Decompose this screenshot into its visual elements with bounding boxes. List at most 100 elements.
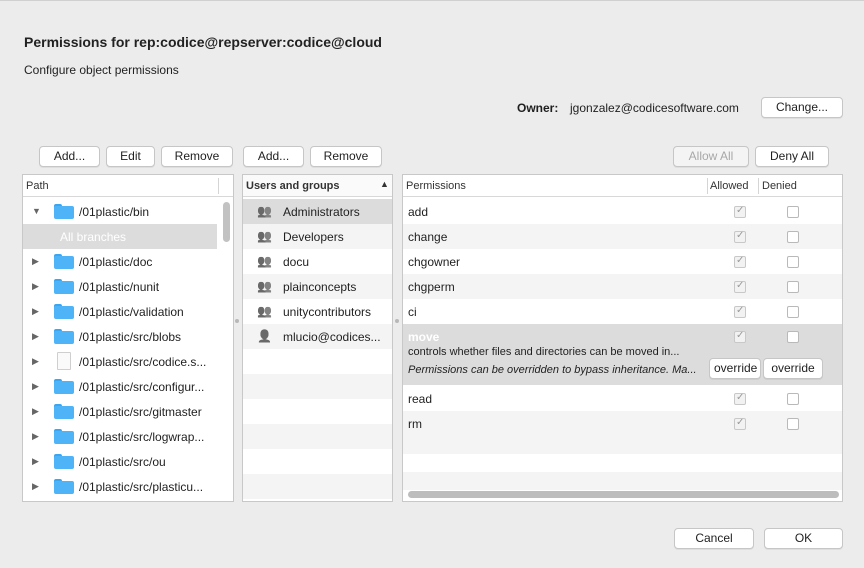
path-row[interactable]: ▶ /01plastic/src/plasticu... bbox=[23, 474, 217, 499]
path-row[interactable]: ▶ /01plastic/validation bbox=[23, 299, 217, 324]
empty-row bbox=[243, 374, 392, 399]
path-row[interactable]: ▶ /01plastic/src/blobs bbox=[23, 324, 217, 349]
path-row[interactable]: ▼ /01plastic/bin bbox=[23, 199, 217, 224]
path-edit-button[interactable]: Edit bbox=[106, 146, 155, 167]
denied-checkbox[interactable] bbox=[787, 418, 799, 430]
expand-icon[interactable]: ▶ bbox=[32, 281, 39, 292]
path-row[interactable]: ▶ /01plastic/src/codice.s... bbox=[23, 349, 217, 374]
permission-row[interactable]: rm bbox=[403, 411, 842, 436]
empty-row bbox=[403, 436, 842, 454]
allowed-checkbox[interactable] bbox=[734, 205, 746, 218]
cancel-button[interactable]: Cancel bbox=[674, 528, 754, 549]
allowed-checkbox[interactable] bbox=[734, 255, 746, 268]
permission-row[interactable]: read bbox=[403, 386, 842, 411]
expand-icon[interactable]: ▶ bbox=[32, 406, 39, 417]
path-label: /01plastic/src/configur... bbox=[79, 380, 205, 394]
permissions-hscrollbar[interactable] bbox=[408, 491, 839, 498]
expand-icon[interactable]: ▶ bbox=[32, 381, 39, 392]
expand-icon[interactable]: ▶ bbox=[32, 331, 39, 342]
override-allowed-button[interactable]: override bbox=[709, 358, 761, 379]
column-divider bbox=[218, 178, 219, 194]
file-icon bbox=[57, 352, 71, 370]
group-icon: 👥 bbox=[257, 229, 272, 243]
users-remove-button[interactable]: Remove bbox=[310, 146, 382, 167]
allowed-checkbox[interactable] bbox=[734, 392, 746, 405]
path-remove-button[interactable]: Remove bbox=[161, 146, 233, 167]
ok-button[interactable]: OK bbox=[764, 528, 843, 549]
empty-row bbox=[403, 454, 842, 472]
permission-row[interactable]: add bbox=[403, 199, 842, 224]
users-column-header[interactable]: Users and groups bbox=[246, 180, 340, 192]
path-label: /01plastic/bin bbox=[79, 205, 150, 219]
user-row[interactable]: 👥 plainconcepts bbox=[243, 274, 392, 299]
dialog-title: Permissions for rep:codice@repserver:cod… bbox=[24, 34, 382, 50]
folder-icon bbox=[54, 204, 74, 219]
expand-icon[interactable]: ▶ bbox=[32, 456, 39, 467]
allowed-checkbox[interactable] bbox=[734, 230, 746, 243]
path-column-header[interactable]: Path bbox=[26, 180, 49, 192]
path-add-button[interactable]: Add... bbox=[39, 146, 100, 167]
allowed-column-header[interactable]: Allowed bbox=[710, 180, 749, 192]
permission-row-selected[interactable]: move controls whether files and director… bbox=[403, 324, 842, 385]
allowed-checkbox[interactable] bbox=[734, 417, 746, 430]
collapse-icon[interactable]: ▼ bbox=[32, 206, 41, 216]
empty-row bbox=[243, 449, 392, 474]
permission-name: move bbox=[408, 330, 440, 344]
path-row[interactable]: ▶ /01plastic/src/ou bbox=[23, 449, 217, 474]
path-row[interactable]: ▶ /01plastic/nunit bbox=[23, 274, 217, 299]
splitter-handle[interactable] bbox=[235, 319, 239, 323]
path-label: /01plastic/src/logwrap... bbox=[79, 430, 205, 444]
expand-icon[interactable]: ▶ bbox=[32, 306, 39, 317]
owner-value: jgonzalez@codicesoftware.com bbox=[570, 101, 739, 115]
denied-checkbox[interactable] bbox=[787, 206, 799, 218]
expand-icon[interactable]: ▶ bbox=[32, 356, 39, 367]
path-header: Path bbox=[23, 175, 233, 197]
user-row[interactable]: 👥 unitycontributors bbox=[243, 299, 392, 324]
user-row[interactable]: 👥 Administrators bbox=[243, 199, 392, 224]
user-row[interactable]: 👥 Developers bbox=[243, 224, 392, 249]
permissions-header: Permissions Allowed Denied bbox=[403, 175, 842, 197]
denied-checkbox[interactable] bbox=[787, 256, 799, 268]
change-owner-button[interactable]: Change... bbox=[761, 97, 843, 118]
expand-icon[interactable]: ▶ bbox=[32, 256, 39, 267]
denied-checkbox[interactable] bbox=[787, 231, 799, 243]
users-add-button[interactable]: Add... bbox=[243, 146, 304, 167]
allowed-checkbox[interactable] bbox=[734, 305, 746, 318]
user-label: plainconcepts bbox=[283, 280, 357, 294]
path-row[interactable]: ▶ /01plastic/doc bbox=[23, 249, 217, 274]
permission-name: change bbox=[408, 230, 448, 244]
permissions-column-header[interactable]: Permissions bbox=[406, 180, 466, 192]
allowed-checkbox[interactable] bbox=[734, 330, 746, 343]
override-denied-button[interactable]: override bbox=[763, 358, 823, 379]
group-icon: 👥 bbox=[257, 304, 272, 318]
denied-checkbox[interactable] bbox=[787, 331, 799, 343]
user-row[interactable]: 👤 mlucio@codices... bbox=[243, 324, 392, 349]
user-label: docu bbox=[283, 255, 310, 269]
allowed-checkbox[interactable] bbox=[734, 280, 746, 293]
branch-row[interactable]: All branches bbox=[23, 224, 217, 249]
expand-icon[interactable]: ▶ bbox=[32, 431, 39, 442]
path-row[interactable]: ▶ /01plastic/src/logwrap... bbox=[23, 424, 217, 449]
user-label: unitycontributors bbox=[283, 305, 372, 319]
permission-row[interactable]: chgowner bbox=[403, 249, 842, 274]
group-icon: 👥 bbox=[257, 254, 272, 268]
denied-checkbox[interactable] bbox=[787, 281, 799, 293]
deny-all-button[interactable]: Deny All bbox=[755, 146, 829, 167]
allow-all-button[interactable]: Allow All bbox=[673, 146, 749, 167]
sort-up-icon[interactable]: ▲ bbox=[380, 179, 389, 189]
permission-row[interactable]: ci bbox=[403, 299, 842, 324]
path-scrollbar[interactable] bbox=[223, 202, 230, 242]
path-row[interactable]: ▶ /01plastic/src/configur... bbox=[23, 374, 217, 399]
user-row[interactable]: 👥 docu bbox=[243, 249, 392, 274]
permission-description: controls whether files and directories c… bbox=[408, 346, 680, 358]
path-row[interactable]: ▶ /01plastic/src/gitmaster bbox=[23, 399, 217, 424]
folder-icon bbox=[54, 479, 74, 494]
permission-row[interactable]: chgperm bbox=[403, 274, 842, 299]
denied-checkbox[interactable] bbox=[787, 393, 799, 405]
empty-row bbox=[243, 474, 392, 499]
splitter-handle[interactable] bbox=[395, 319, 399, 323]
expand-icon[interactable]: ▶ bbox=[32, 481, 39, 492]
denied-column-header[interactable]: Denied bbox=[762, 180, 797, 192]
permission-row[interactable]: change bbox=[403, 224, 842, 249]
denied-checkbox[interactable] bbox=[787, 306, 799, 318]
